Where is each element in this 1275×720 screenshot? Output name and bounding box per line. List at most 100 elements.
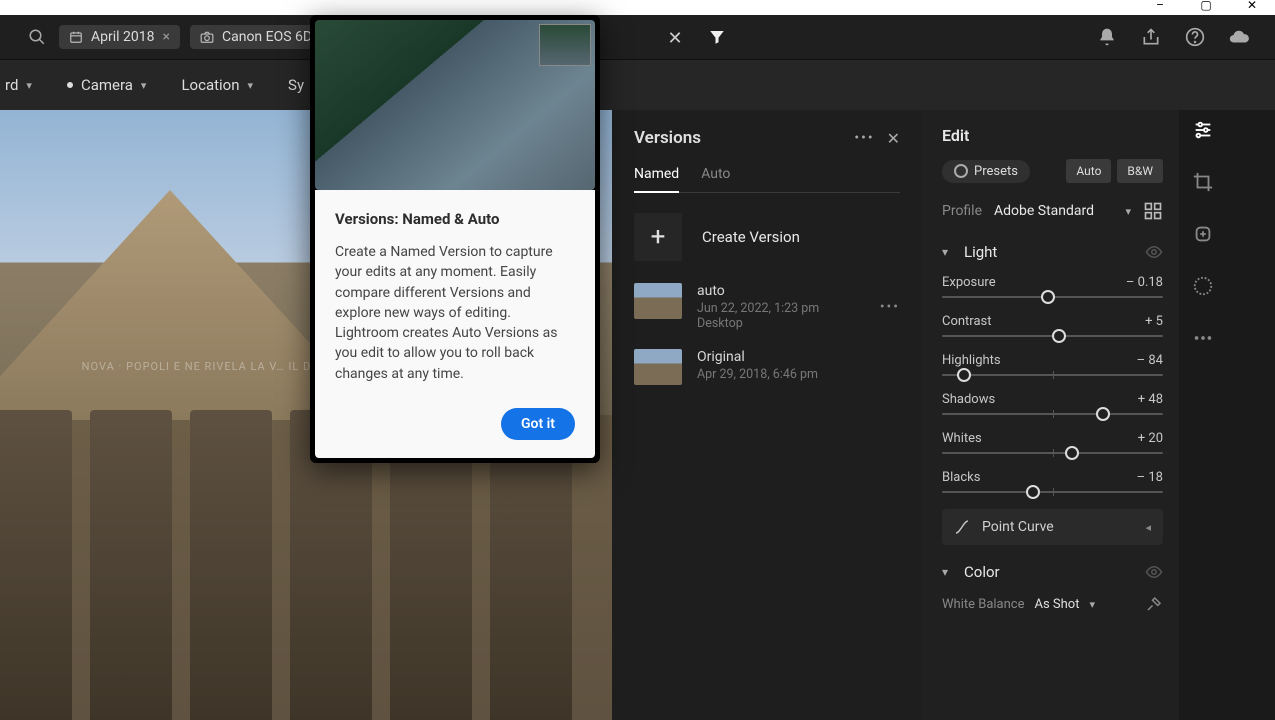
- chevron-down-icon: ▾: [1089, 598, 1095, 611]
- slider-track[interactable]: [942, 374, 1163, 376]
- curve-icon: [954, 519, 970, 535]
- point-curve-label: Point Curve: [982, 519, 1054, 535]
- filterbar-item-camera[interactable]: Camera ▾: [67, 76, 147, 94]
- version-thumbnail: [634, 283, 682, 319]
- right-tool-strip: [1179, 110, 1227, 720]
- window-maximize-button[interactable]: ▢: [1183, 0, 1229, 15]
- got-it-button[interactable]: Got it: [501, 408, 575, 440]
- slider-thumb[interactable]: [1096, 407, 1110, 421]
- slider-label: Contrast: [942, 314, 992, 329]
- slider-track[interactable]: [942, 452, 1163, 454]
- slider-label: Blacks: [942, 470, 980, 485]
- tab-named[interactable]: Named: [634, 166, 679, 182]
- window-minimize-button[interactable]: –: [1137, 0, 1183, 15]
- version-date: Apr 29, 2018, 6:46 pm: [697, 367, 900, 382]
- slider-row: Highlights – 84: [942, 353, 1163, 376]
- slider-value: – 18: [1137, 470, 1163, 485]
- light-section-title: Light: [964, 243, 997, 261]
- chevron-down-icon: ▾: [141, 79, 147, 92]
- slider-thumb[interactable]: [1052, 329, 1066, 343]
- slider-row: Contrast + 5: [942, 314, 1163, 337]
- slider-track[interactable]: [942, 335, 1163, 337]
- more-tools-icon[interactable]: [1189, 324, 1217, 352]
- edit-panel-title: Edit: [942, 126, 1163, 145]
- slider-value: + 20: [1138, 431, 1163, 446]
- slider-thumb[interactable]: [1041, 290, 1055, 304]
- chevron-down-icon[interactable]: ▾: [942, 565, 954, 579]
- white-balance-dropdown[interactable]: As Shot: [1035, 597, 1080, 612]
- slider-label: Exposure: [942, 275, 996, 290]
- slider-track[interactable]: [942, 413, 1163, 415]
- slider-thumb[interactable]: [1026, 485, 1040, 499]
- create-version-button[interactable]: + Create Version: [634, 213, 900, 261]
- filterbar-item-sync[interactable]: Sy: [288, 76, 304, 94]
- color-section-title: Color: [964, 563, 1000, 581]
- visibility-toggle-icon[interactable]: [1145, 563, 1163, 581]
- secondary-filter-bar: rd ▾ Camera ▾ Location ▾ Sy: [0, 60, 1275, 110]
- cloud-sync-icon[interactable]: [1228, 26, 1250, 48]
- slider-label: Shadows: [942, 392, 995, 407]
- version-name: Original: [697, 349, 900, 365]
- auto-button[interactable]: Auto: [1066, 159, 1111, 183]
- window-close-button[interactable]: ✕: [1229, 0, 1275, 15]
- version-name: auto: [697, 283, 865, 299]
- popover-hero-image: [315, 20, 595, 190]
- presets-icon: [954, 164, 968, 178]
- tutorial-popover: Versions: Named & Auto Create a Named Ve…: [310, 15, 600, 463]
- slider-value: – 0.18: [1126, 275, 1163, 290]
- versions-panel: Versions ••• ✕ Named Auto + Create Versi…: [612, 110, 922, 720]
- versions-panel-close-icon[interactable]: ✕: [887, 129, 900, 148]
- chevron-down-icon: ▾: [26, 79, 32, 92]
- profile-browser-icon[interactable]: [1143, 201, 1163, 221]
- version-item[interactable]: auto Jun 22, 2022, 1:23 pm Desktop •••: [634, 283, 900, 331]
- visibility-toggle-icon[interactable]: [1145, 243, 1163, 261]
- create-version-label: Create Version: [702, 228, 800, 246]
- search-icon[interactable]: [25, 25, 49, 49]
- white-balance-label: White Balance: [942, 597, 1025, 612]
- point-curve-button[interactable]: Point Curve ◂: [942, 509, 1163, 545]
- versions-panel-more-icon[interactable]: •••: [854, 130, 874, 146]
- notifications-icon[interactable]: [1096, 26, 1118, 48]
- camera-icon: [200, 30, 214, 44]
- window-titlebar: – ▢ ✕: [0, 0, 1275, 15]
- chevron-down-icon[interactable]: ▾: [942, 245, 954, 259]
- masking-tool-icon[interactable]: [1189, 272, 1217, 300]
- clear-all-filters-icon[interactable]: ✕: [668, 28, 686, 46]
- slider-row: Whites + 20: [942, 431, 1163, 454]
- share-icon[interactable]: [1140, 26, 1162, 48]
- version-date: Jun 22, 2022, 1:23 pm: [697, 301, 865, 316]
- profile-label: Profile: [942, 203, 982, 219]
- slider-thumb[interactable]: [1065, 446, 1079, 460]
- slider-row: Exposure – 0.18: [942, 275, 1163, 298]
- version-item-more-icon[interactable]: •••: [880, 299, 900, 315]
- presets-button[interactable]: Presets: [942, 160, 1030, 183]
- color-section: ▾ Color White Balance As Shot ▾: [942, 563, 1163, 613]
- bw-button[interactable]: B&W: [1117, 159, 1163, 183]
- eyedropper-icon[interactable]: [1145, 595, 1163, 613]
- slider-row: Blacks – 18: [942, 470, 1163, 493]
- slider-track[interactable]: [942, 296, 1163, 298]
- filter-pill-date-label: April 2018: [91, 29, 155, 45]
- edit-sliders-tool-icon[interactable]: [1189, 116, 1217, 144]
- filter-pill-date-clear-icon[interactable]: ×: [163, 29, 170, 45]
- chevron-down-icon: ▾: [1125, 205, 1131, 218]
- filter-funnel-icon[interactable]: [708, 28, 726, 46]
- slider-thumb[interactable]: [957, 368, 971, 382]
- popover-title: Versions: Named & Auto: [335, 210, 575, 228]
- healing-tool-icon[interactable]: [1189, 220, 1217, 248]
- slider-value: + 5: [1145, 314, 1163, 329]
- profile-dropdown[interactable]: Adobe Standard: [994, 203, 1113, 219]
- edit-panel: Edit Presets Auto B&W Profile Adobe Stan…: [922, 110, 1227, 720]
- crop-tool-icon[interactable]: [1189, 168, 1217, 196]
- chevron-down-icon: ▾: [248, 79, 254, 92]
- filter-pill-camera-label: Canon EOS 6D: [222, 29, 312, 45]
- filter-pill-date[interactable]: April 2018 ×: [59, 25, 180, 49]
- version-item[interactable]: Original Apr 29, 2018, 6:46 pm: [634, 349, 900, 385]
- filterbar-item-truncated[interactable]: rd ▾: [5, 76, 32, 94]
- presets-label: Presets: [974, 164, 1018, 179]
- filterbar-item-location[interactable]: Location ▾: [181, 76, 253, 94]
- tab-auto[interactable]: Auto: [701, 166, 730, 182]
- help-icon[interactable]: [1184, 26, 1206, 48]
- slider-track[interactable]: [942, 491, 1163, 493]
- version-thumbnail: [634, 349, 682, 385]
